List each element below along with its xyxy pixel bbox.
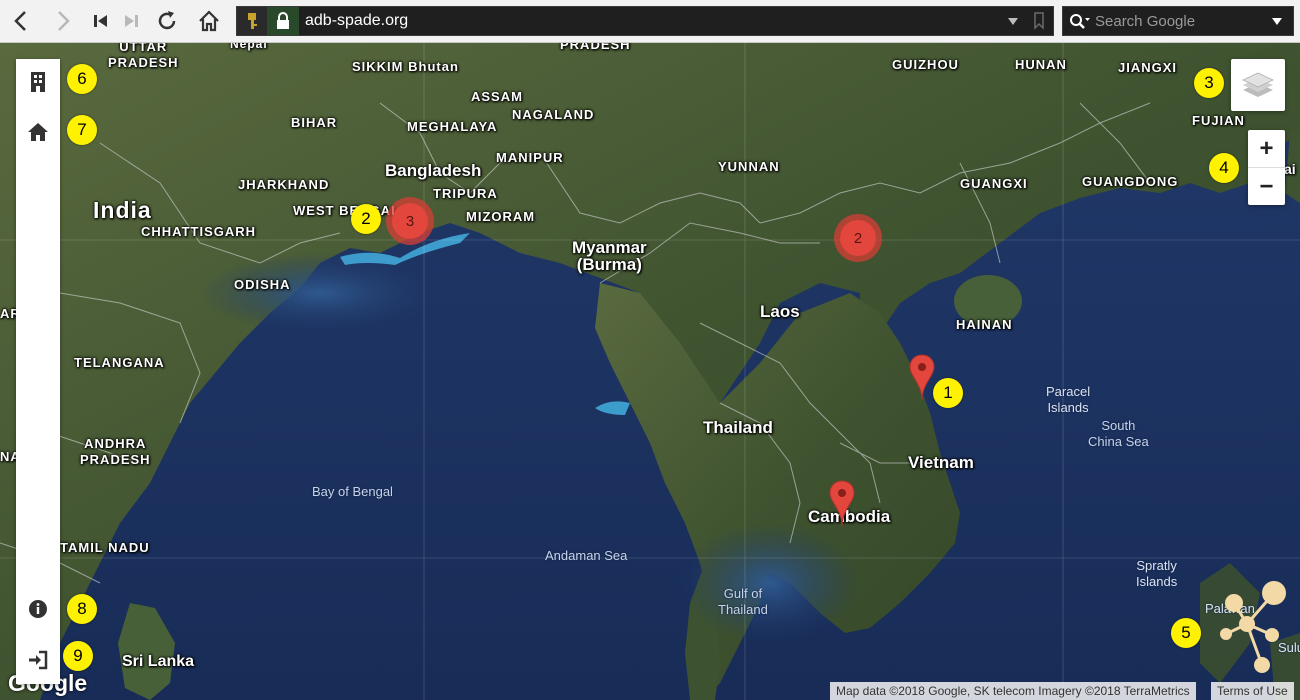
network-graph-icon[interactable] <box>1212 579 1292 679</box>
lock-icon[interactable] <box>267 7 299 35</box>
label-pradesh-top: PRADESH <box>560 43 631 52</box>
label-bangladesh: Bangladesh <box>385 161 482 180</box>
zoom-out-button[interactable]: − <box>1248 168 1285 205</box>
reload-icon <box>158 11 176 30</box>
label-jiangxi: JIANGXI <box>1118 60 1178 75</box>
annotation-badge: 5 <box>1171 618 1201 648</box>
layers-icon <box>1242 72 1274 97</box>
cluster-count: 2 <box>840 220 876 256</box>
label-ai: ai <box>1284 161 1296 177</box>
label-jharkhand: JHARKHAND <box>238 177 330 192</box>
label-west-bengal: WEST BENGAL <box>293 203 401 218</box>
map-canvas[interactable]: UTTAR PRADESH Nepal SIKKIM Bhutan PRADESH… <box>0 43 1300 700</box>
annotation-badge: 2 <box>351 204 381 234</box>
home-icon[interactable] <box>24 118 52 146</box>
label-manipur: MANIPUR <box>496 150 564 165</box>
label-hainan: HAINAN <box>956 317 1013 332</box>
label-bihar: BIHAR <box>291 115 338 130</box>
back-arrow-icon <box>14 11 26 31</box>
back-button[interactable] <box>6 6 36 36</box>
forward-button[interactable] <box>48 6 78 36</box>
url-dropdown-icon[interactable] <box>1007 14 1019 32</box>
map-pin-vietnam[interactable] <box>909 354 935 402</box>
cluster-count: 3 <box>392 203 428 239</box>
label-spratly-islands: Spratly Islands <box>1136 558 1178 589</box>
sidebar <box>16 59 60 684</box>
label-gulf-of-thailand: Gulf of Thailand <box>718 586 768 617</box>
label-india: India <box>93 197 152 223</box>
annotation-badge: 1 <box>933 378 963 408</box>
home-button[interactable] <box>194 6 224 36</box>
zoom-control: + − <box>1248 130 1285 205</box>
label-fujian: FUJIAN <box>1192 113 1245 128</box>
annotation-badge: 8 <box>67 594 97 624</box>
label-chhattisgarh: CHHATTISGARH <box>141 224 257 239</box>
label-thailand: Thailand <box>703 418 773 437</box>
label-myanmar: Myanmar (Burma) <box>572 238 647 274</box>
search-dropdown-icon[interactable] <box>1271 14 1283 32</box>
marker-cluster[interactable]: 2 <box>838 218 878 258</box>
label-mizoram: MIZORAM <box>466 209 536 224</box>
annotation-badge: 7 <box>67 115 97 145</box>
search-input[interactable]: Search Google <box>1095 13 1195 30</box>
reload-button[interactable] <box>152 6 182 36</box>
label-odisha: ODISHA <box>234 277 291 292</box>
fast-forward-button[interactable] <box>116 6 146 36</box>
label-nepal: Nepal <box>230 43 268 51</box>
label-andaman-sea: Andaman Sea <box>545 548 628 563</box>
skip-forward-icon <box>125 15 138 27</box>
label-sikkim-bhutan: SIKKIM Bhutan <box>352 59 459 74</box>
label-hunan: HUNAN <box>1015 57 1067 72</box>
label-paracel-islands: Paracel Islands <box>1046 384 1091 415</box>
zoom-in-button[interactable]: + <box>1248 130 1285 168</box>
forward-arrow-icon <box>58 11 70 31</box>
terms-of-use-link[interactable]: Terms of Use <box>1211 682 1294 700</box>
label-telangana: TELANGANA <box>74 355 165 370</box>
label-andhra-pradesh: ANDHRA PRADESH <box>80 436 151 467</box>
map-pin-cambodia[interactable] <box>829 480 855 528</box>
satellite-map-image <box>0 43 1300 700</box>
label-laos: Laos <box>760 302 800 321</box>
layers-button[interactable] <box>1231 59 1285 111</box>
label-yunnan: YUNNAN <box>718 159 780 174</box>
info-icon[interactable] <box>24 595 52 623</box>
browser-toolbar: adb-spade.org Search Google <box>0 0 1300 43</box>
label-sri-lanka: Sri Lanka <box>122 653 195 670</box>
address-bar[interactable]: adb-spade.org <box>236 6 1054 36</box>
label-assam: ASSAM <box>471 89 523 104</box>
label-uttar-pradesh: UTTAR PRADESH <box>108 43 179 70</box>
annotation-badge: 3 <box>1194 68 1224 98</box>
key-icon[interactable] <box>237 7 267 35</box>
building-icon[interactable] <box>24 68 52 96</box>
map-attribution: Map data ©2018 Google, SK telecom Imager… <box>830 682 1196 700</box>
home-icon <box>199 10 219 32</box>
bookmark-icon[interactable] <box>1033 12 1045 35</box>
label-guizhou: GUIZHOU <box>892 57 959 72</box>
skip-back-icon <box>94 15 107 27</box>
rewind-button[interactable] <box>86 6 116 36</box>
annotation-badge: 6 <box>67 64 97 94</box>
label-guangxi: GUANGXI <box>960 176 1028 191</box>
search-icon <box>1070 14 1090 29</box>
marker-cluster[interactable]: 3 <box>390 201 430 241</box>
label-meghalaya: MEGHALAYA <box>407 119 498 134</box>
url-text[interactable]: adb-spade.org <box>305 12 408 30</box>
label-guangdong: GUANGDONG <box>1082 174 1179 189</box>
label-south-china-sea: South China Sea <box>1088 418 1149 449</box>
search-bar[interactable]: Search Google <box>1062 6 1294 36</box>
label-bay-of-bengal: Bay of Bengal <box>312 484 393 499</box>
label-vietnam: Vietnam <box>908 453 974 472</box>
label-nagaland: NAGALAND <box>512 107 595 122</box>
sign-in-icon[interactable] <box>24 646 52 674</box>
annotation-badge: 9 <box>63 641 93 671</box>
label-tamil-nadu: TAMIL NADU <box>60 540 150 555</box>
label-tripura: TRIPURA <box>433 186 498 201</box>
annotation-badge: 4 <box>1209 153 1239 183</box>
